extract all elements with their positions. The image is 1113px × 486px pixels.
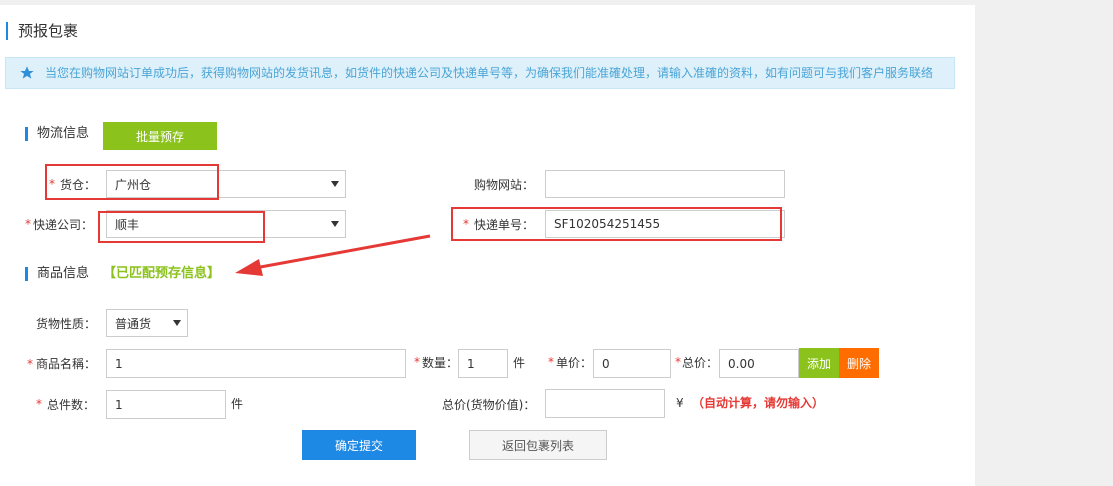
total-count-label: 总件数： — [47, 398, 96, 412]
goods-section-bar — [25, 267, 28, 281]
quantity-value: 1 — [467, 356, 475, 371]
unit-price-required-mark: * — [548, 355, 554, 369]
add-goods-button[interactable]: 添加 — [799, 348, 839, 378]
chevron-down-icon — [173, 320, 181, 326]
shop-site-input[interactable] — [545, 170, 785, 198]
goods-name-input[interactable]: 1 — [106, 349, 406, 378]
quantity-label: 数量： — [422, 356, 459, 370]
total-count-input[interactable]: 1 — [106, 390, 226, 419]
total-count-value: 1 — [115, 397, 123, 412]
goods-section-title: 商品信息 — [37, 266, 90, 281]
goods-name-required-mark: * — [27, 357, 33, 371]
delete-goods-button[interactable]: 删除 — [839, 348, 879, 378]
matched-note: 【已匹配预存信息】 — [103, 266, 221, 281]
total-value-input[interactable] — [545, 389, 665, 418]
quantity-unit: 件 — [513, 356, 526, 370]
title-accent-bar — [6, 22, 8, 40]
goods-nature-select[interactable]: 普通货 — [106, 309, 188, 337]
total-count-required-mark: * — [36, 397, 42, 411]
goods-nature-value: 普通货 — [115, 316, 152, 331]
total-value-label: 总价(货物价值)： — [442, 398, 536, 412]
goods-nature-label: 货物性质： — [36, 317, 97, 331]
warehouse-highlight-box — [45, 164, 219, 200]
quantity-required-mark: * — [414, 355, 420, 369]
goods-name-value: 1 — [115, 356, 123, 371]
total-price-input[interactable]: 0.00 — [719, 349, 799, 378]
total-price-label: 总价： — [682, 356, 719, 370]
submit-button[interactable]: 确定提交 — [302, 430, 416, 460]
auto-calc-hint: （自动计算，请勿输入） — [692, 396, 825, 410]
unit-price-label: 单价： — [556, 356, 593, 370]
unit-price-input[interactable]: 0 — [593, 349, 671, 378]
shop-site-label: 购物网站： — [474, 178, 535, 192]
logistics-section-title: 物流信息 — [37, 126, 90, 141]
batch-prestore-button[interactable]: 批量预存 — [103, 122, 217, 150]
unit-price-value: 0 — [602, 356, 610, 371]
currency-symbol: ¥ — [676, 396, 684, 410]
total-price-value: 0.00 — [728, 356, 755, 371]
total-price-required-mark: * — [675, 355, 681, 369]
logistics-section-bar — [25, 127, 28, 141]
chevron-down-icon — [331, 181, 339, 187]
page-title: 预报包裹 — [18, 22, 79, 40]
notice-text: 当您在购物网站订单成功后，获得购物网站的发货讯息，如货件的快递公司及快递单号等，… — [45, 66, 934, 80]
star-icon — [20, 66, 34, 79]
total-count-unit: 件 — [231, 397, 244, 411]
goods-name-label: 商品名稱： — [36, 357, 97, 371]
courier-label: 快递公司： — [33, 218, 94, 232]
chevron-down-icon — [331, 221, 339, 227]
arrow-annotation-icon — [235, 234, 431, 276]
tracking-highlight-box — [451, 207, 782, 241]
back-to-list-button[interactable]: 返回包裹列表 — [469, 430, 607, 460]
quantity-input[interactable]: 1 — [458, 349, 508, 378]
courier-required-mark: * — [25, 217, 31, 231]
